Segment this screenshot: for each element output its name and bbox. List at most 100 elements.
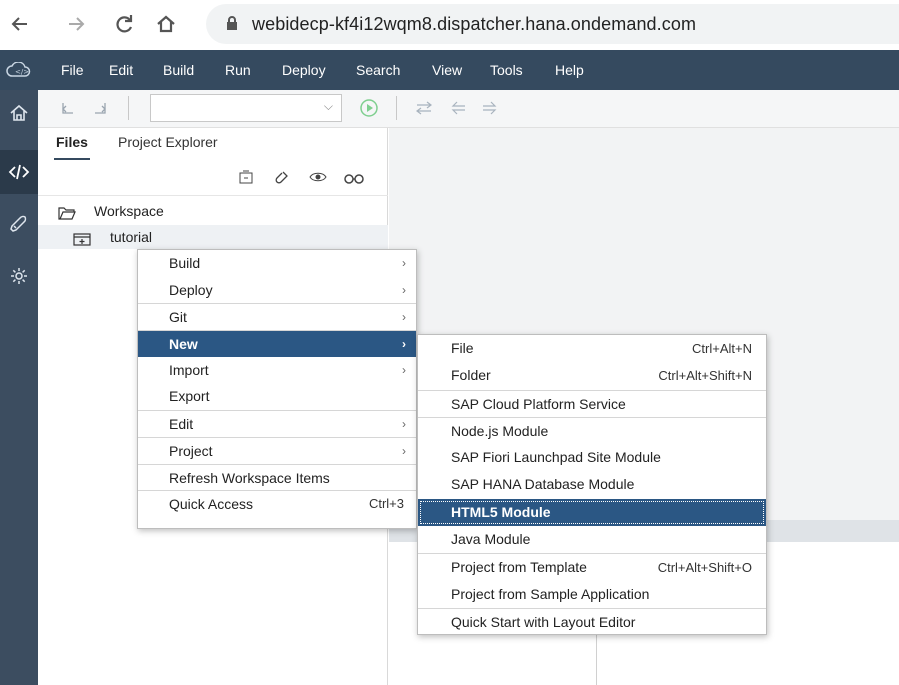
run-icon[interactable]	[357, 94, 381, 122]
ctx-label: Refresh Workspace Items	[169, 469, 330, 486]
sub-label: Project from Sample Application	[451, 585, 650, 602]
menu-build[interactable]: Build	[163, 50, 194, 90]
ctx-item-build[interactable]: Build ›	[138, 250, 416, 277]
forward-arrow-icon[interactable]	[60, 8, 92, 40]
chevron-right-icon: ›	[402, 362, 406, 377]
svg-text:</>: </>	[15, 68, 29, 76]
sub-label: SAP Fiori Launchpad Site Module	[451, 449, 661, 466]
sub-label: SAP Cloud Platform Service	[451, 395, 626, 412]
tab-files[interactable]: Files	[54, 128, 90, 160]
new-item-launchpad-module[interactable]: SAP Fiori Launchpad Site Module	[418, 444, 766, 471]
tree-item-workspace[interactable]: Workspace	[38, 199, 388, 223]
new-item-java-module[interactable]: Java Module	[418, 526, 766, 553]
ctx-item-refresh[interactable]: Refresh Workspace Items	[138, 463, 416, 491]
new-item-folder[interactable]: Folder Ctrl+Alt+Shift+N	[418, 362, 766, 389]
undo-icon[interactable]	[56, 94, 80, 122]
url-text: webidecp-kf4i12wqm8.dispatcher.hana.onde…	[252, 13, 697, 34]
sub-label: Quick Start with Layout Editor	[451, 613, 636, 630]
menu-edit[interactable]: Edit	[109, 50, 133, 90]
home-icon[interactable]	[0, 93, 38, 133]
run-config-select[interactable]: ⌵	[150, 94, 342, 122]
new-item-project-template[interactable]: Project from Template Ctrl+Alt+Shift+O	[418, 553, 766, 580]
ctx-item-edit[interactable]: Edit ›	[138, 410, 416, 437]
new-item-cloud-service[interactable]: SAP Cloud Platform Service	[418, 389, 766, 417]
ctx-label: Project	[169, 442, 213, 459]
chevron-right-icon: ›	[402, 282, 406, 297]
collapse-all-icon[interactable]	[235, 166, 257, 188]
toolbar-divider	[128, 96, 129, 120]
menu-deploy[interactable]: Deploy	[282, 50, 326, 90]
ctx-item-deploy[interactable]: Deploy ›	[138, 277, 416, 304]
tab-project-explorer[interactable]: Project Explorer	[118, 128, 218, 160]
tree-label: Workspace	[94, 203, 164, 219]
ctx-item-import[interactable]: Import ›	[138, 357, 416, 384]
ctx-label: New	[169, 336, 198, 353]
new-item-hana-module[interactable]: SAP HANA Database Module	[418, 471, 766, 498]
tree-item-tutorial[interactable]: tutorial	[38, 225, 388, 249]
menu-view[interactable]: View	[432, 50, 462, 90]
sub-label: SAP HANA Database Module	[451, 476, 635, 493]
chevron-right-icon: ›	[402, 310, 406, 325]
ctx-label: Deploy	[169, 281, 213, 298]
redo-icon[interactable]	[88, 94, 112, 122]
binoculars-icon[interactable]	[343, 166, 365, 188]
ctx-label: Build	[169, 255, 201, 271]
forward-icon[interactable]	[478, 94, 502, 122]
ctx-item-new[interactable]: New ›	[138, 330, 416, 357]
ctx-shortcut: Ctrl+3	[368, 496, 404, 512]
ctx-label: Edit	[169, 416, 194, 433]
address-bar[interactable]: webidecp-kf4i12wqm8.dispatcher.hana.onde…	[206, 4, 899, 44]
sub-shortcut: Ctrl+Alt+Shift+O	[657, 560, 752, 576]
back-icon[interactable]	[446, 94, 470, 122]
menu-file[interactable]: File	[61, 50, 84, 90]
browser-toolbar: webidecp-kf4i12wqm8.dispatcher.hana.onde…	[0, 0, 899, 50]
ctx-item-project[interactable]: Project ›	[138, 436, 416, 464]
chevron-down-icon: ⌵	[323, 99, 333, 113]
lock-icon	[226, 15, 238, 34]
sub-shortcut: Ctrl+Alt+Shift+N	[658, 368, 752, 384]
rocket-icon[interactable]	[0, 205, 38, 245]
eye-icon[interactable]	[307, 166, 329, 188]
sub-label: File	[451, 340, 474, 356]
menu-run[interactable]: Run	[225, 50, 251, 90]
sub-label: Java Module	[451, 531, 531, 548]
new-item-project-sample[interactable]: Project from Sample Application	[418, 581, 766, 608]
ctx-item-quick-access[interactable]: Quick Access Ctrl+3	[138, 490, 416, 517]
toolbar-divider	[396, 96, 397, 120]
chevron-right-icon: ›	[402, 417, 406, 432]
folder-open-icon	[58, 203, 76, 227]
home-icon[interactable]	[150, 8, 182, 40]
new-item-layout-editor[interactable]: Quick Start with Layout Editor	[418, 607, 766, 635]
sub-label: Node.js Module	[451, 422, 549, 439]
sub-shortcut: Ctrl+Alt+N	[692, 341, 752, 356]
ctx-item-export[interactable]: Export	[138, 383, 416, 410]
tree-label: tutorial	[110, 229, 153, 245]
menu-search[interactable]: Search	[356, 50, 400, 90]
back-arrow-icon[interactable]	[4, 8, 36, 40]
menu-help[interactable]: Help	[555, 50, 584, 90]
files-toolbar	[38, 160, 388, 196]
project-folder-icon	[73, 229, 91, 253]
new-item-html5-module[interactable]: HTML5 Module	[418, 498, 766, 527]
chevron-right-icon: ›	[402, 443, 406, 458]
context-menu: Build › Deploy › Git › New › Import › Export …	[137, 249, 417, 529]
settings-icon[interactable]	[0, 256, 38, 296]
new-item-file[interactable]: File Ctrl+Alt+N	[418, 335, 766, 362]
code-icon[interactable]	[0, 152, 38, 192]
menu-tools[interactable]: Tools	[490, 50, 523, 90]
ctx-label: Export	[169, 388, 210, 405]
sub-label: HTML5 Module	[451, 503, 551, 520]
ctx-label: Git	[169, 309, 187, 326]
new-submenu: File Ctrl+Alt+N Folder Ctrl+Alt+Shift+N SA…	[417, 334, 767, 635]
chevron-right-icon: ›	[402, 256, 406, 270]
reload-icon[interactable]	[108, 8, 140, 40]
link-icon[interactable]	[271, 166, 293, 188]
transform-icon[interactable]	[412, 94, 436, 122]
ctx-label: Quick Access	[169, 496, 254, 513]
sub-label: Folder	[451, 367, 491, 384]
new-item-nodejs-module[interactable]: Node.js Module	[418, 416, 766, 444]
ctx-label: Import	[169, 361, 209, 378]
cloud-logo-icon: </>	[0, 50, 38, 90]
sub-label: Project from Template	[451, 559, 587, 576]
ctx-item-git[interactable]: Git ›	[138, 303, 416, 330]
